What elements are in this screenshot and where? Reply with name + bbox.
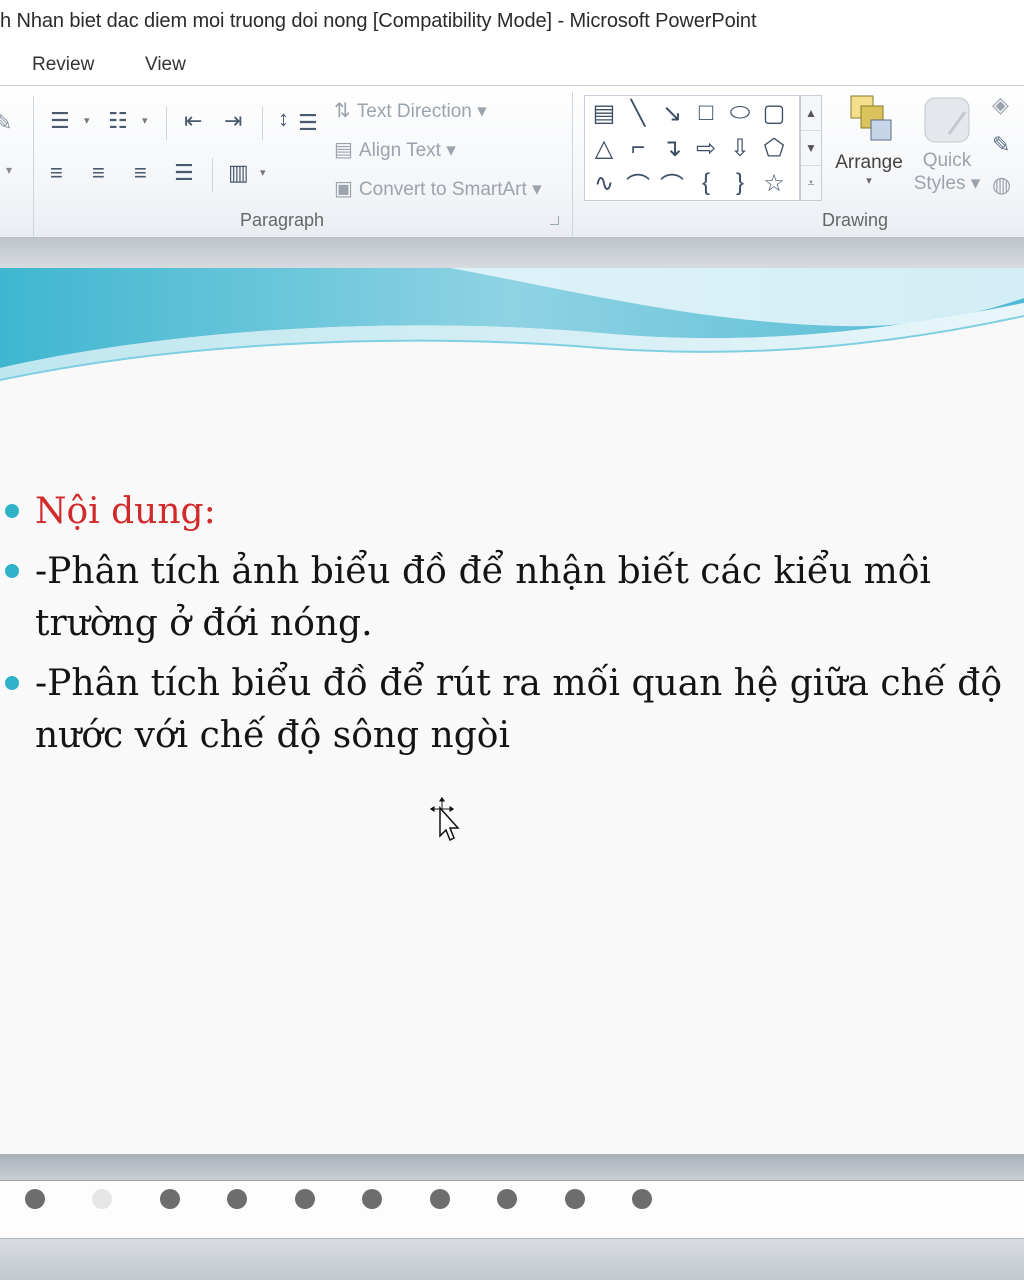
shape-outline-icon[interactable]: ✎ — [992, 134, 1010, 156]
convert-smartart-label: Convert to SmartArt — [358, 179, 527, 200]
slide-thumbnail-dot[interactable] — [430, 1189, 450, 1209]
slide-thumbnail-dot[interactable] — [160, 1189, 180, 1209]
bullets-dropdown-icon[interactable]: ▾ — [84, 116, 90, 127]
slide-thumbnail-dot[interactable] — [25, 1189, 45, 1209]
arc-shape-icon[interactable]: ⌒ — [621, 166, 655, 200]
line-shape-icon[interactable]: ╲ — [621, 96, 655, 130]
line-spacing-icon[interactable]: ↕ — [278, 108, 289, 130]
center-icon[interactable]: ≡ — [92, 162, 105, 184]
slide-thumbnail-dot[interactable] — [497, 1189, 517, 1209]
triangle-shape-icon[interactable]: △ — [587, 131, 621, 165]
pentagon-shape-icon[interactable]: ⬠ — [757, 131, 791, 165]
slide-thumbnail-dot[interactable] — [632, 1189, 652, 1209]
align-text-label: Align Text — [358, 140, 441, 161]
arrange-label: Arrange — [835, 152, 903, 173]
bullet-2-line-2: nước với chế độ sông ngòi — [35, 715, 510, 756]
arrow-line-shape-icon[interactable]: ↘ — [655, 96, 689, 130]
arrange-dropdown-icon: ▾ — [866, 175, 872, 187]
align-right-icon[interactable]: ≡ — [134, 162, 147, 184]
bullet-marker — [5, 564, 19, 578]
arrange-icon — [850, 95, 892, 141]
slide-thumbnail-dot[interactable] — [227, 1189, 247, 1209]
slide-area-bottom-margin — [0, 1154, 1024, 1180]
slide-thumbnail-dot[interactable] — [565, 1189, 585, 1209]
tab-review[interactable]: Review — [32, 54, 94, 76]
text-direction-label: Text Direction — [356, 101, 472, 122]
content-heading: Nội dung: — [35, 491, 216, 532]
freeform-shape-icon[interactable]: ∿ — [587, 166, 621, 200]
align-text-button[interactable]: ▤ Align Text ▾ — [334, 137, 456, 162]
gallery-scroll-up-icon[interactable]: ▲ — [801, 96, 821, 131]
quick-styles-button[interactable]: Quick Styles ▾ — [912, 94, 982, 195]
curve-shape-icon[interactable]: ⌒ — [655, 166, 689, 200]
slide-thumbnail-dot[interactable] — [92, 1189, 112, 1209]
bullet-1-line-2: trường ở đới nóng. — [35, 603, 373, 644]
bullet-2-line-1: -Phân tích biểu đồ để rút ra mối quan hệ… — [35, 663, 1003, 704]
justify-icon[interactable]: ☰ — [174, 162, 194, 184]
title-bar: h Nhan biet dac diem moi truong doi nong… — [0, 0, 1024, 46]
line-spacing-lines-icon: ☰ — [298, 110, 318, 135]
shapes-gallery-scrollbar: ▲ ▼ ⩡ — [800, 95, 822, 201]
drawing-group-label: Drawing — [822, 210, 889, 230]
right-brace-shape-icon[interactable]: } — [723, 166, 757, 200]
shapes-gallery: ▤ ╲ ↘ □ ⬭ ▢ △ ⌐ ↴ ⇨ ⇩ ⬠ ∿ ⌒ ⌒ { } ☆ — [584, 95, 800, 201]
bullets-icon[interactable]: ☰ — [50, 110, 70, 132]
left-brace-shape-icon[interactable]: { — [689, 166, 723, 200]
text-box-shape-icon[interactable]: ▤ — [587, 96, 621, 130]
dropdown-arrow-icon[interactable]: ▾ — [6, 164, 12, 176]
quick-styles-label-1: Quick — [922, 150, 972, 171]
elbow-arrow-connector-icon[interactable]: ↴ — [655, 131, 689, 165]
paragraph-dialog-launcher[interactable] — [550, 216, 559, 225]
status-bar-area — [0, 1238, 1024, 1280]
gallery-more-icon[interactable]: ⩡ — [801, 166, 821, 201]
text-direction-icon: ⇅ — [334, 100, 351, 122]
right-arrow-shape-icon[interactable]: ⇨ — [689, 131, 723, 165]
decrease-indent-icon[interactable]: ⇤ — [184, 110, 202, 132]
convert-smartart-button[interactable]: ▣ Convert to SmartArt ▾ — [334, 176, 542, 201]
quick-styles-icon — [924, 97, 970, 143]
align-left-icon[interactable]: ≡ — [50, 162, 63, 184]
shape-fill-icon[interactable]: ◈ — [992, 94, 1009, 116]
ribbon-tabs: Review View — [0, 46, 1024, 86]
text-direction-button[interactable]: ⇅ Text Direction ▾ — [334, 98, 487, 123]
format-painter-icon[interactable]: ✎ — [0, 112, 12, 134]
tab-view[interactable]: View — [145, 54, 186, 76]
slide-header-wave — [0, 268, 1024, 381]
slide-thumbnail-strip — [0, 1180, 1024, 1238]
increase-indent-icon[interactable]: ⇥ — [224, 110, 242, 132]
window-title: h Nhan biet dac diem moi truong doi nong… — [0, 10, 757, 32]
rounded-rectangle-shape-icon[interactable]: ▢ — [757, 96, 791, 130]
bullet-marker — [5, 504, 19, 518]
slide-thumbnail-dot[interactable] — [362, 1189, 382, 1209]
paragraph-group-label: Paragraph — [240, 210, 325, 230]
arrange-button[interactable]: Arrange ▾ — [832, 94, 906, 187]
ribbon: ✎ ▾ ☰ ▾ ☷ ▾ ⇤ ⇥ ↕ ☰ ≡ ≡ ≡ ☰ ▥ ▾ ⇅ Text Di… — [0, 86, 1024, 238]
move-cursor-icon — [428, 795, 460, 842]
slide-canvas[interactable]: Nội dung: -Phân tích ảnh biểu đồ để nhận… — [0, 268, 1024, 1154]
down-arrow-shape-icon[interactable]: ⇩ — [723, 131, 757, 165]
smartart-icon: ▣ — [334, 178, 353, 200]
elbow-connector-icon[interactable]: ⌐ — [621, 131, 655, 165]
columns-dropdown-icon[interactable]: ▾ — [260, 168, 266, 179]
columns-icon[interactable]: ▥ — [228, 162, 249, 184]
slide-thumbnail-dot[interactable] — [295, 1189, 315, 1209]
star-shape-icon[interactable]: ☆ — [757, 166, 791, 200]
gallery-scroll-down-icon[interactable]: ▼ — [801, 131, 821, 166]
numbering-icon[interactable]: ☷ — [108, 110, 128, 132]
align-text-icon: ▤ — [334, 139, 353, 161]
shape-effects-icon[interactable]: ◍ — [992, 174, 1011, 196]
oval-shape-icon[interactable]: ⬭ — [723, 96, 757, 130]
numbering-dropdown-icon[interactable]: ▾ — [142, 116, 148, 127]
bullet-marker — [5, 676, 19, 690]
slide-area-top-margin — [0, 238, 1024, 268]
rectangle-shape-icon[interactable]: □ — [689, 96, 723, 130]
bullet-1-line-1: -Phân tích ảnh biểu đồ để nhận biết các … — [35, 551, 931, 592]
quick-styles-label-2: Styles ▾ — [913, 173, 981, 194]
